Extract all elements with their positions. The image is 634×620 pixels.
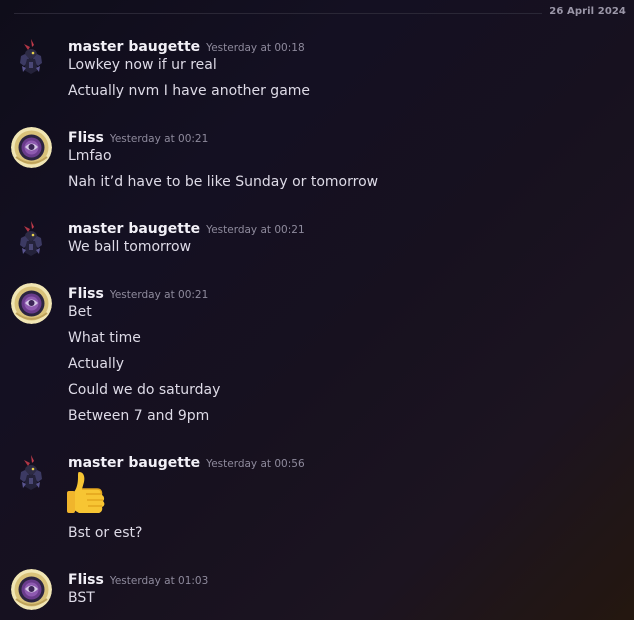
message-text: Bet — [68, 304, 92, 320]
dark-creature-avatar-icon — [20, 221, 42, 256]
message-text: Could we do saturday — [68, 382, 221, 398]
orb-ball-avatar-icon — [11, 569, 52, 610]
dark-creature-avatar-icon — [20, 39, 42, 74]
message-header: Fliss Yesterday at 00:21 — [68, 283, 208, 302]
message-timestamp: Yesterday at 00:18 — [206, 42, 305, 54]
message-header: Fliss Yesterday at 00:21 — [68, 127, 208, 146]
author-name[interactable]: Fliss — [68, 130, 104, 146]
date-divider: 26 April 2024 — [14, 6, 626, 17]
thumbs-up-icon — [67, 472, 105, 513]
avatar-master-baugette[interactable] — [11, 452, 52, 493]
message-text: What time — [68, 330, 141, 346]
message-text: Bst or est? — [68, 525, 143, 541]
message-timestamp: Yesterday at 00:21 — [109, 289, 209, 301]
message-text: Between 7 and 9pm — [68, 408, 210, 424]
message-timestamp: Yesterday at 00:21 — [109, 133, 209, 145]
message-text: BST — [68, 590, 95, 606]
message-text: Lmfao — [68, 148, 112, 164]
message-header: master baugette Yesterday at 00:18 — [68, 36, 305, 55]
avatar-fliss[interactable] — [11, 569, 52, 610]
message-timestamp: Yesterday at 01:03 — [109, 575, 209, 587]
orb-ball-avatar-icon — [11, 283, 52, 324]
avatar-master-baugette[interactable] — [11, 218, 52, 259]
author-name[interactable]: master baugette — [68, 455, 200, 471]
dark-creature-avatar-icon — [20, 455, 42, 490]
message-text: Actually — [68, 356, 125, 372]
orb-ball-avatar-icon — [11, 127, 52, 168]
author-name[interactable]: Fliss — [68, 572, 104, 588]
thumbs-up-emoji[interactable] — [66, 472, 116, 524]
avatar-fliss[interactable] — [11, 283, 52, 324]
author-name[interactable]: Fliss — [68, 286, 104, 302]
message-timestamp: Yesterday at 00:21 — [206, 224, 305, 236]
message-text: Actually nvm I have another game — [68, 83, 311, 99]
author-name[interactable]: master baugette — [68, 39, 200, 55]
divider-date-label: 26 April 2024 — [549, 6, 626, 17]
message-text: Lowkey now if ur real — [68, 57, 217, 73]
message-header: master baugette Yesterday at 00:56 — [68, 452, 305, 471]
author-name[interactable]: master baugette — [68, 221, 200, 237]
message-timestamp: Yesterday at 00:56 — [206, 458, 305, 470]
avatar-master-baugette[interactable] — [11, 36, 52, 77]
avatar-fliss[interactable] — [11, 127, 52, 168]
message-header: Fliss Yesterday at 01:03 — [68, 569, 208, 588]
message-header: master baugette Yesterday at 00:21 — [68, 218, 305, 237]
divider-line — [14, 13, 542, 14]
message-text: Nah it’d have to be like Sunday or tomor… — [68, 174, 379, 190]
message-text: We ball tomorrow — [68, 239, 192, 255]
